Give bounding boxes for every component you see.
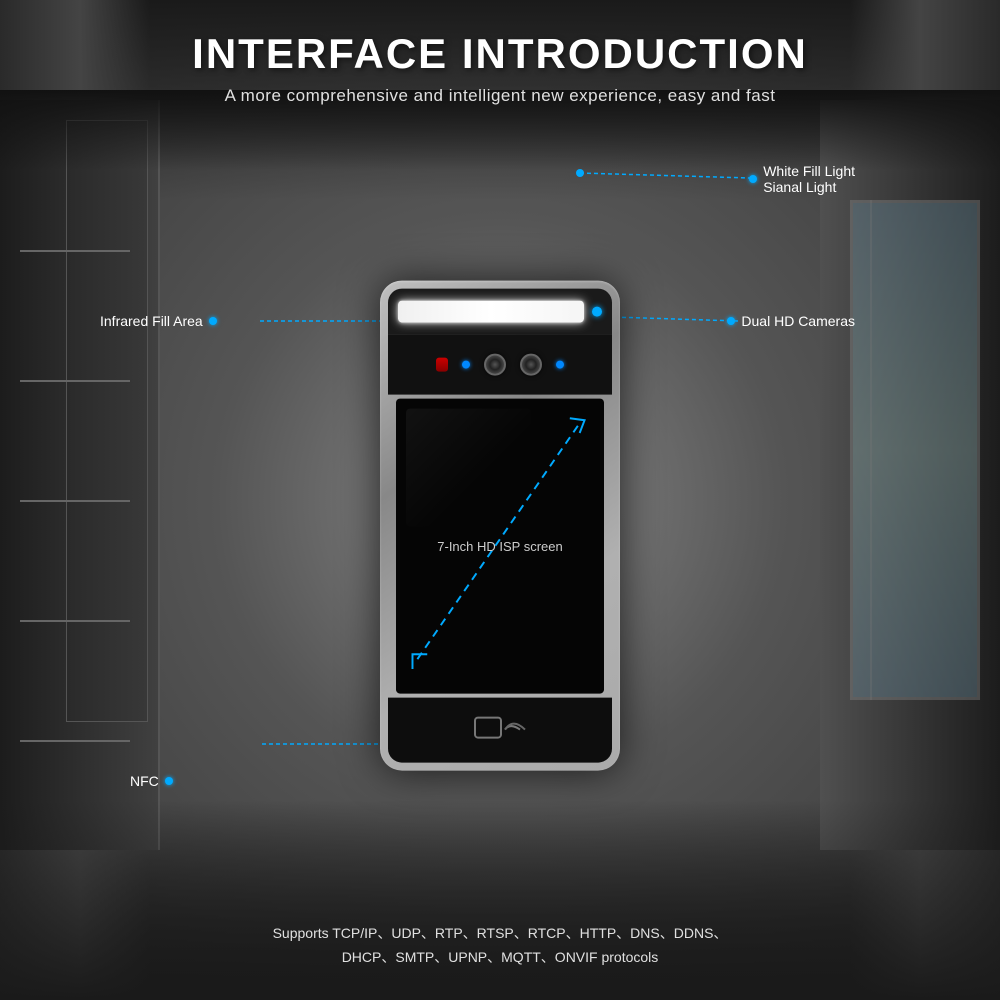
camera-lens-left xyxy=(484,354,506,376)
nfc-label: NFC xyxy=(130,773,159,789)
footer-line1: Supports TCP/IP、UDP、RTP、RTSP、RTCP、HTTP、D… xyxy=(273,922,728,946)
red-indicator xyxy=(436,358,448,372)
light-bar-container xyxy=(388,289,612,335)
white-fill-light-label: White Fill Light xyxy=(763,163,855,179)
annotation-nfc: NFC xyxy=(130,773,173,789)
signal-light xyxy=(592,307,602,317)
infrared-fill-label: Infrared Fill Area xyxy=(100,313,203,329)
page-subtitle: A more comprehensive and intelligent new… xyxy=(192,86,808,106)
ir-dot xyxy=(556,361,564,369)
camera-area xyxy=(388,335,612,395)
nfc-area xyxy=(388,698,612,763)
diagram-area: 7-Inch HD ISP screen White Fill Light Si… xyxy=(50,116,950,896)
ir-dots-right xyxy=(556,361,564,369)
ir-dot xyxy=(462,361,470,369)
annotation-dot xyxy=(749,175,757,183)
footer-line2: DHCP、SMTP、UPNP、MQTT、ONVIF protocols xyxy=(273,946,728,970)
annotation-white-fill-light: White Fill Light Sianal Light xyxy=(749,163,855,195)
annotation-dual-cameras: Dual HD Cameras xyxy=(727,313,855,329)
screen-label: 7-Inch HD ISP screen xyxy=(437,539,562,554)
ir-dots-left xyxy=(462,361,470,369)
nfc-symbol-svg xyxy=(470,708,530,753)
header: INTERFACE INTRODUCTION A more comprehens… xyxy=(192,0,808,106)
signal-light-label: Sianal Light xyxy=(763,179,836,195)
dual-cameras-label: Dual HD Cameras xyxy=(741,313,855,329)
page-title: INTERFACE INTRODUCTION xyxy=(192,30,808,78)
annotation-infrared: Infrared Fill Area xyxy=(100,313,217,329)
device: 7-Inch HD ISP screen xyxy=(380,281,620,771)
main-screen: 7-Inch HD ISP screen xyxy=(396,399,604,694)
annotation-dot xyxy=(727,317,735,325)
footer: Supports TCP/IP、UDP、RTP、RTSP、RTCP、HTTP、D… xyxy=(273,922,728,970)
camera-lens-right xyxy=(520,354,542,376)
annotation-dot xyxy=(209,317,217,325)
annotation-dot xyxy=(165,777,173,785)
white-fill-light xyxy=(398,301,584,323)
main-content: INTERFACE INTRODUCTION A more comprehens… xyxy=(0,0,1000,1000)
